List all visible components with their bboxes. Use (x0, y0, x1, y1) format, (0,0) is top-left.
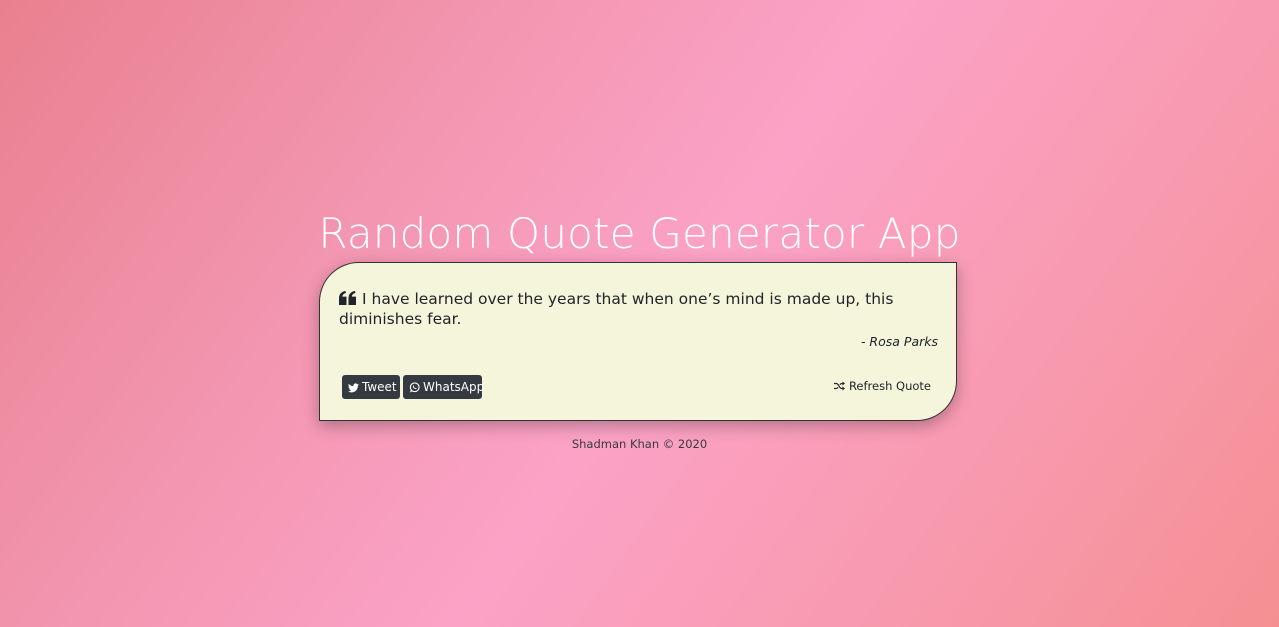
tweet-button[interactable]: Tweet (342, 375, 400, 399)
whatsapp-icon (409, 382, 420, 393)
whatsapp-label: WhatsApp (423, 380, 485, 394)
refresh-quote-link[interactable]: Refresh Quote (833, 379, 931, 393)
quote-left-icon (339, 291, 356, 305)
refresh-quote-label: Refresh Quote (848, 379, 931, 393)
page-title: Random Quote Generator App (318, 209, 961, 259)
quote-line: I have learned over the years that when … (339, 289, 939, 329)
quote-card: I have learned over the years that when … (319, 262, 957, 421)
whatsapp-button[interactable]: WhatsApp (403, 375, 485, 399)
quote-author: - Rosa Parks (860, 334, 938, 349)
footer-credit: Shadman Khan © 2020 (571, 437, 708, 451)
tweet-label: Tweet (362, 380, 397, 394)
shuffle-icon (833, 381, 845, 391)
quote-text: I have learned over the years that when … (339, 290, 894, 328)
twitter-icon (348, 383, 359, 393)
